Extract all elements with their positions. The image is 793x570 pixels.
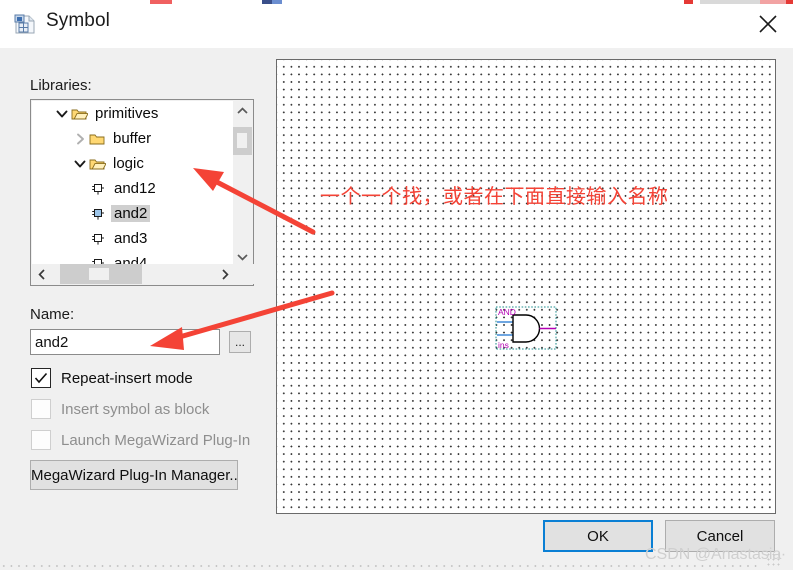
launch-megawizard-checkbox-row: Launch MegaWizard Plug-In <box>31 429 250 451</box>
dialog-title-bar: Symbol <box>0 0 793 49</box>
symbol-bottom-label: ins <box>498 340 509 350</box>
cancel-button[interactable]: Cancel <box>665 520 775 552</box>
tree-item-label: and12 <box>114 180 156 197</box>
folder-open-icon <box>88 156 106 172</box>
symbol-file-icon <box>12 11 38 37</box>
tree-item-and2[interactable]: and2 <box>32 201 235 226</box>
repeat-insert-mode-checkbox-row[interactable]: Repeat-insert mode <box>31 367 193 389</box>
tree-horizontal-scrollbar[interactable] <box>32 264 254 284</box>
symbol-preview-canvas[interactable]: AND ins <box>276 59 776 514</box>
folder-closed-icon <box>88 131 106 147</box>
repeat-insert-mode-label: Repeat-insert mode <box>61 369 193 387</box>
launch-megawizard-label: Launch MegaWizard Plug-In <box>61 431 251 449</box>
insert-symbol-as-block-label: Insert symbol as block <box>61 400 210 418</box>
tree-vertical-scrollbar[interactable] <box>233 101 252 266</box>
scroll-right-icon[interactable] <box>215 264 234 284</box>
folder-open-icon <box>70 106 88 122</box>
dialog-content: Libraries: primitives buffer logic and12 and… <box>0 48 793 570</box>
browse-button[interactable]: ... <box>229 331 251 353</box>
ok-button[interactable]: OK <box>543 520 653 552</box>
repeat-insert-mode-checkbox[interactable] <box>31 368 51 388</box>
bottom-dot-strip <box>0 562 760 570</box>
page-title: Symbol <box>46 10 110 31</box>
tree-item-and12[interactable]: and12 <box>32 176 235 201</box>
symbol-icon <box>90 181 106 197</box>
tree-item-buffer[interactable]: buffer <box>32 126 235 151</box>
symbol-top-label: AND <box>498 307 516 317</box>
watermark-dot-grid <box>766 552 780 566</box>
tree-item-label: logic <box>113 155 144 172</box>
launch-megawizard-checkbox <box>31 430 51 450</box>
tree-item-logic[interactable]: logic <box>32 151 235 176</box>
megawizard-plug-in-manager-button[interactable]: MegaWizard Plug-In Manager... <box>30 460 238 490</box>
scroll-left-icon[interactable] <box>32 264 51 284</box>
tree-item-label: and3 <box>114 230 148 247</box>
insert-symbol-as-block-checkbox <box>31 399 51 419</box>
name-label: Name: <box>30 306 75 323</box>
tree-vscroll-thumb[interactable] <box>233 127 252 155</box>
tree-item-label: and2 <box>111 205 151 222</box>
libraries-tree[interactable]: primitives buffer logic and12 and2 and3 and4 <box>32 101 235 266</box>
symbol-icon <box>90 206 106 222</box>
tree-hscroll-thumb[interactable] <box>60 264 142 284</box>
tree-item-label: primitives <box>95 105 159 122</box>
close-icon[interactable] <box>743 0 793 47</box>
libraries-label: Libraries: <box>30 77 92 94</box>
and2-gate-symbol: AND ins <box>495 306 561 350</box>
insert-symbol-as-block-checkbox-row: Insert symbol as block <box>31 398 209 420</box>
tree-item-and3[interactable]: and3 <box>32 226 235 251</box>
tree-item-primitives[interactable]: primitives <box>32 101 235 126</box>
scroll-up-icon[interactable] <box>233 101 252 120</box>
symbol-name-input[interactable] <box>30 329 220 355</box>
symbol-icon <box>90 231 106 247</box>
tree-item-label: buffer <box>113 130 152 147</box>
libraries-tree-panel: primitives buffer logic and12 and2 and3 and4 <box>30 99 254 286</box>
chevron-down-icon[interactable] <box>54 106 70 122</box>
chevron-down-icon[interactable] <box>72 156 88 172</box>
chevron-right-icon[interactable] <box>72 131 88 147</box>
